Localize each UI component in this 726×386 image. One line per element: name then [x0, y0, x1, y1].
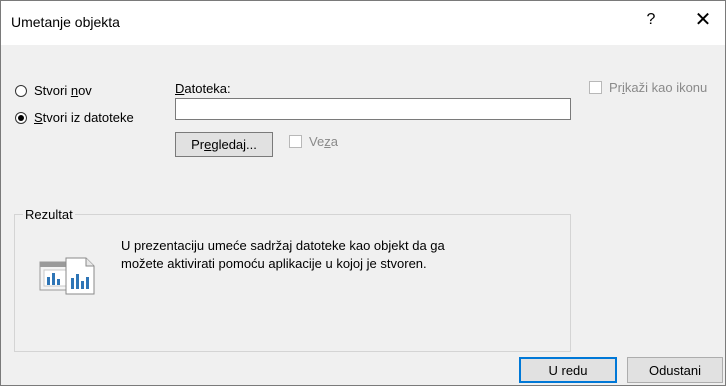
file-label: Datoteka: — [175, 81, 231, 96]
radio-create-new[interactable]: Stvori nov — [15, 83, 92, 98]
display-as-icon-checkbox[interactable]: Prikaži kao ikonu — [589, 80, 707, 95]
insert-object-dialog: Umetanje objekta ? ✕ Stvori nov Stvori i… — [0, 0, 726, 386]
close-icon[interactable]: ✕ — [691, 7, 715, 32]
result-group-label: Rezultat — [23, 207, 75, 222]
link-checkbox[interactable]: Veza — [289, 134, 338, 149]
link-checkbox-box[interactable] — [289, 135, 302, 148]
result-description: U prezentaciju umeće sadržaj datoteke ka… — [121, 237, 541, 273]
display-as-icon-checkbox-box[interactable] — [589, 81, 602, 94]
result-description-line-2: možete aktivirati pomoću aplikacije u ko… — [121, 256, 427, 271]
linked-file-chart-icon — [39, 255, 99, 300]
file-path-input[interactable] — [175, 98, 571, 120]
cancel-button[interactable]: Odustani — [627, 357, 723, 383]
radio-create-from-file[interactable]: Stvori iz datoteke — [15, 110, 134, 125]
dialog-title: Umetanje objekta — [11, 14, 120, 30]
browse-button[interactable]: Pr e gledaj... — [175, 132, 273, 157]
radio-create-from-file-label: Stvori iz datoteke — [34, 110, 134, 125]
link-checkbox-label: Veza — [309, 134, 338, 149]
result-description-line-1: U prezentaciju umeće sadržaj datoteke ka… — [121, 238, 445, 253]
help-button[interactable]: ? — [641, 11, 661, 29]
radio-create-from-file-indicator[interactable] — [15, 111, 27, 124]
radio-create-new-indicator[interactable] — [15, 84, 27, 97]
radio-create-new-label: Stvori nov — [34, 83, 92, 98]
ok-button[interactable]: U redu — [519, 357, 617, 383]
title-bar: Umetanje objekta ? ✕ — [1, 1, 725, 45]
display-as-icon-label: Prikaži kao ikonu — [609, 80, 708, 95]
